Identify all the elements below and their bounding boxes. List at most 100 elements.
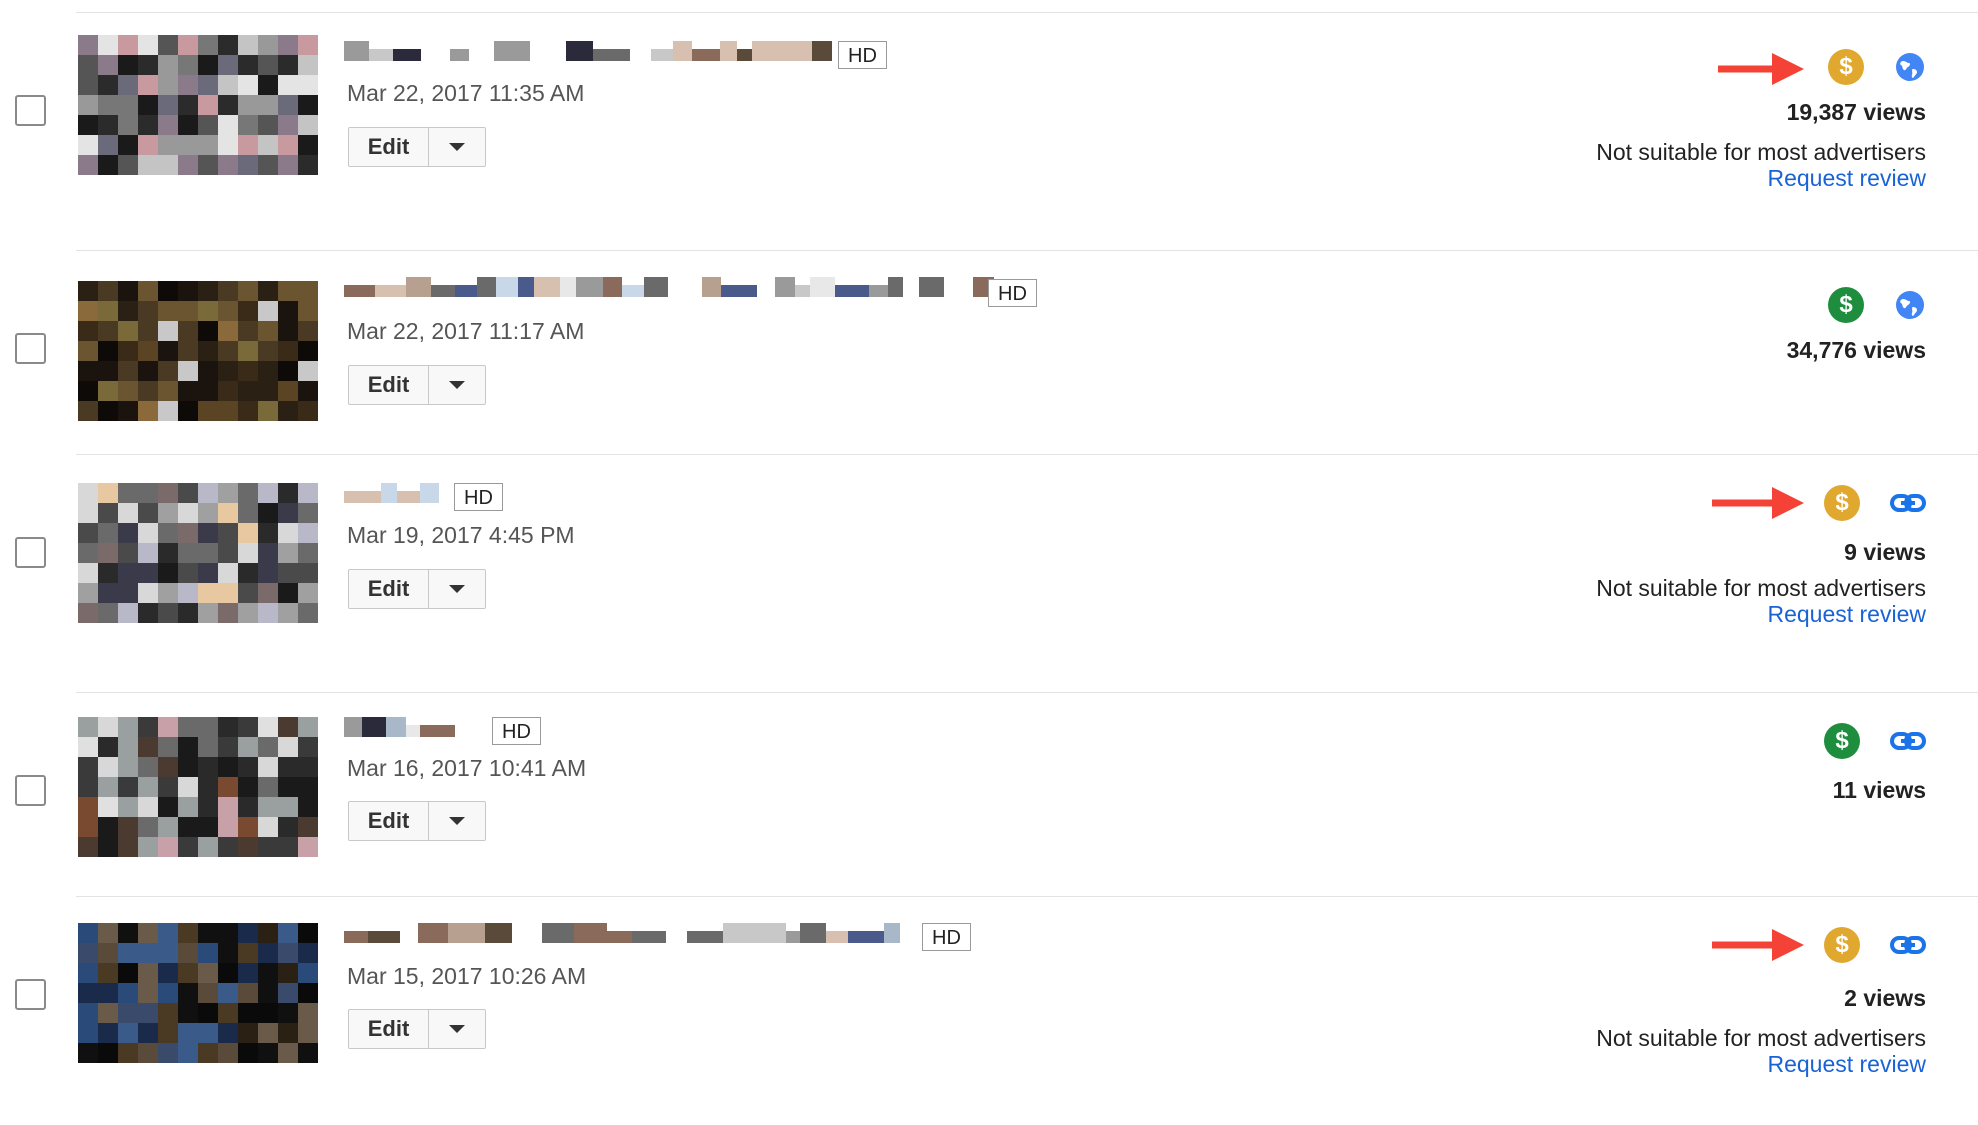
thumbnail-pixel (138, 837, 158, 857)
video-title-redacted[interactable] (344, 475, 444, 503)
globe-icon[interactable] (1894, 289, 1926, 321)
thumbnail-pixel (78, 717, 98, 737)
select-checkbox[interactable] (15, 775, 46, 806)
thumbnail-pixel (158, 737, 178, 757)
title-pixel (542, 923, 574, 943)
thumbnail-pixel (178, 583, 198, 603)
thumbnail-pixel (118, 115, 138, 135)
video-title-redacted[interactable] (344, 33, 834, 61)
video-title-redacted[interactable] (344, 709, 484, 737)
video-title-redacted[interactable] (344, 915, 904, 943)
green-dollar-icon[interactable]: $ (1828, 287, 1864, 323)
edit-button[interactable]: Edit (349, 1010, 429, 1048)
edit-button[interactable]: Edit (349, 802, 429, 840)
link-icon[interactable] (1890, 491, 1926, 515)
thumbnail-pixel (198, 341, 218, 361)
thumbnail-pixel (218, 797, 238, 817)
thumbnail-pixel (178, 817, 198, 837)
thumbnail-pixel (118, 837, 138, 857)
thumbnail-pixel (178, 95, 198, 115)
title-pixel (496, 277, 518, 297)
select-checkbox[interactable] (15, 979, 46, 1010)
title-pixel (826, 931, 848, 943)
title-pixel (644, 277, 669, 297)
thumbnail-pixel (158, 503, 178, 523)
edit-dropdown-button[interactable] (429, 366, 485, 404)
thumbnail-pixel (158, 777, 178, 797)
request-review-link[interactable]: Request review (1767, 601, 1926, 628)
video-thumbnail[interactable] (78, 717, 318, 857)
link-icon[interactable] (1890, 729, 1926, 753)
title-pixel (812, 41, 832, 61)
thumbnail-pixel (138, 301, 158, 321)
video-thumbnail[interactable] (78, 483, 318, 623)
link-icon[interactable] (1890, 933, 1926, 957)
video-thumbnail[interactable] (78, 281, 318, 421)
yellow-dollar-icon[interactable]: $ (1824, 485, 1860, 521)
title-pixel (701, 277, 722, 297)
thumbnail-pixel (218, 777, 238, 797)
thumbnail-pixel (278, 777, 298, 797)
edit-dropdown-button[interactable] (429, 1010, 485, 1048)
thumbnail-pixel (258, 603, 278, 623)
thumbnail-pixel (158, 281, 178, 301)
thumbnail-pixel (238, 943, 258, 963)
edit-button[interactable]: Edit (349, 128, 429, 166)
yellow-dollar-icon[interactable]: $ (1828, 49, 1864, 85)
thumbnail-pixel (178, 943, 198, 963)
video-thumbnail[interactable] (78, 35, 318, 175)
title-pixel (469, 41, 494, 61)
yellow-dollar-icon[interactable]: $ (1824, 927, 1860, 963)
edit-button[interactable]: Edit (349, 366, 429, 404)
thumbnail-pixel (118, 341, 138, 361)
globe-icon[interactable] (1894, 51, 1926, 83)
thumbnail-pixel (178, 923, 198, 943)
view-count: 2 views (1844, 985, 1926, 1011)
thumbnail-pixel (118, 503, 138, 523)
select-checkbox[interactable] (15, 537, 46, 568)
thumbnail-pixel (238, 757, 258, 777)
thumbnail-pixel (218, 135, 238, 155)
thumbnail-pixel (298, 75, 318, 95)
thumbnail-pixel (138, 523, 158, 543)
thumbnail-pixel (298, 963, 318, 983)
thumbnail-pixel (78, 543, 98, 563)
thumbnail-pixel (258, 55, 278, 75)
thumbnail-pixel (278, 1043, 298, 1063)
title-pixel (494, 41, 530, 61)
thumbnail-pixel (98, 95, 118, 115)
thumbnail-pixel (198, 523, 218, 543)
video-thumbnail[interactable] (78, 923, 318, 1063)
thumbnail-pixel (178, 155, 198, 175)
thumbnail-pixel (158, 301, 178, 321)
edit-button[interactable]: Edit (349, 570, 429, 608)
video-title-redacted[interactable] (344, 269, 995, 297)
select-checkbox[interactable] (15, 333, 46, 364)
title-pixel (430, 285, 455, 297)
thumbnail-pixel (98, 135, 118, 155)
thumbnail-pixel (278, 135, 298, 155)
thumbnail-pixel (118, 321, 138, 341)
thumbnail-pixel (98, 341, 118, 361)
request-review-link[interactable]: Request review (1767, 1051, 1926, 1078)
thumbnail-pixel (258, 75, 278, 95)
thumbnail-pixel (98, 1023, 118, 1043)
edit-dropdown-button[interactable] (429, 570, 485, 608)
title-pixel (666, 923, 687, 943)
thumbnail-pixel (258, 361, 278, 381)
thumbnail-pixel (218, 983, 238, 1003)
edit-dropdown-button[interactable] (429, 802, 485, 840)
thumbnail-pixel (218, 603, 238, 623)
thumbnail-pixel (238, 717, 258, 737)
hd-badge: HD (492, 717, 541, 745)
thumbnail-pixel (78, 401, 98, 421)
title-pixel (344, 931, 368, 943)
green-dollar-icon[interactable]: $ (1824, 723, 1860, 759)
edit-dropdown-button[interactable] (429, 128, 485, 166)
title-pixel (420, 725, 455, 737)
thumbnail-pixel (258, 135, 278, 155)
thumbnail-pixel (298, 401, 318, 421)
request-review-link[interactable]: Request review (1767, 165, 1926, 192)
select-checkbox[interactable] (15, 95, 46, 126)
thumbnail-pixel (218, 341, 238, 361)
